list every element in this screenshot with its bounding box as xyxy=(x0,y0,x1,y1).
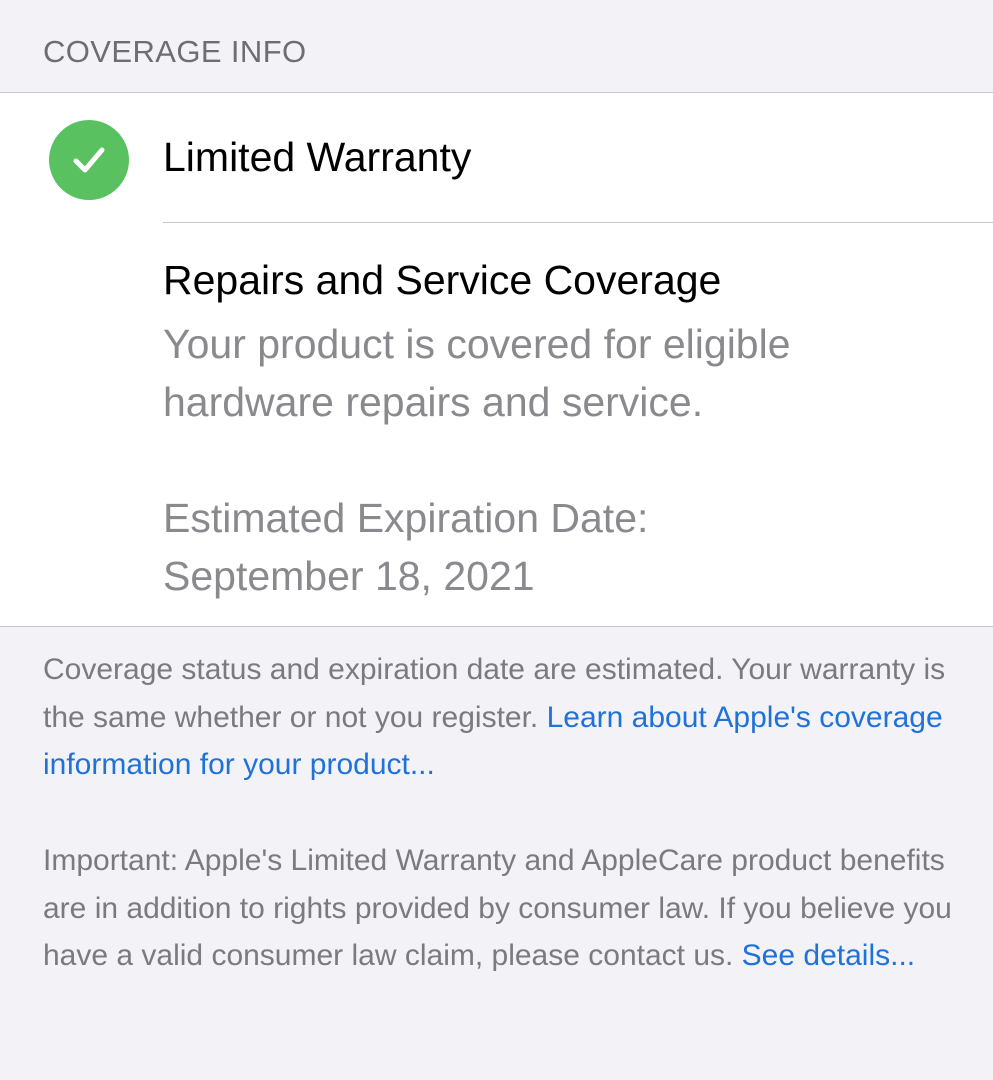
coverage-note: Coverage status and expiration date are … xyxy=(43,646,963,789)
coverage-page: COVERAGE INFO Limited Warranty Repairs a… xyxy=(0,0,993,1080)
coverage-card: Limited Warranty Repairs and Service Cov… xyxy=(0,92,993,627)
warranty-title: Limited Warranty xyxy=(163,134,472,180)
coverage-description: Your product is covered for eligible har… xyxy=(163,315,943,431)
checkmark-icon xyxy=(73,147,105,173)
section-header: COVERAGE INFO xyxy=(43,34,307,69)
see-details-link[interactable]: See details... xyxy=(742,939,915,972)
coverage-description-line1: Your product is covered for eligible xyxy=(163,321,791,367)
important-note: Important: Apple's Limited Warranty and … xyxy=(43,837,963,980)
coverage-description-line2: hardware repairs and service. xyxy=(163,379,704,425)
expiration-label: Estimated Expiration Date: xyxy=(163,495,649,541)
divider xyxy=(163,222,993,223)
expiration-date: September 18, 2021 xyxy=(163,553,535,599)
checkmark-circle-icon xyxy=(49,120,129,200)
coverage-detail-title: Repairs and Service Coverage xyxy=(163,257,722,303)
